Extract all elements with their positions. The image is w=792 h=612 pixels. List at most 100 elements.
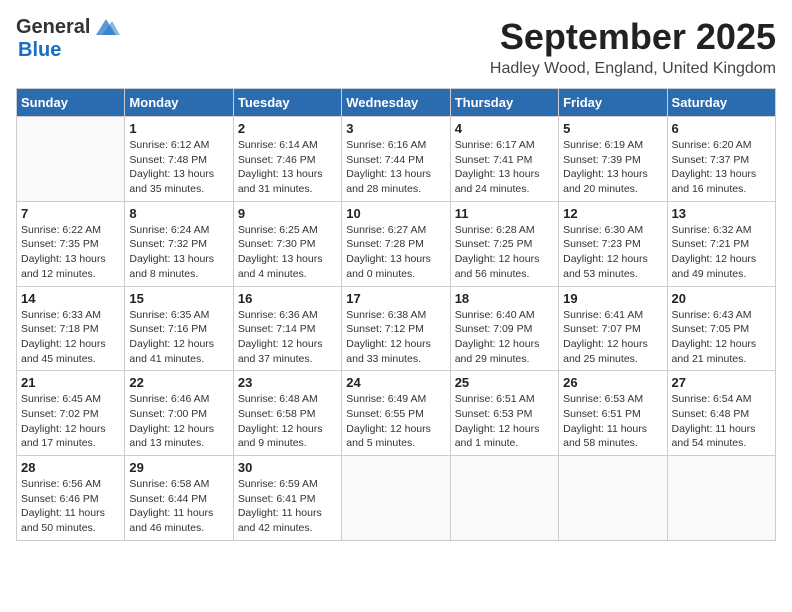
weekday-header-row: SundayMondayTuesdayWednesdayThursdayFrid…	[17, 89, 776, 117]
logo-blue-text: Blue	[18, 39, 61, 62]
day-info: Sunrise: 6:32 AMSunset: 7:21 PMDaylight:…	[672, 223, 771, 282]
calendar-cell: 4 Sunrise: 6:17 AMSunset: 7:41 PMDaylight…	[450, 117, 558, 202]
day-number: 25	[455, 375, 554, 390]
calendar-cell: 24 Sunrise: 6:49 AMSunset: 6:55 PMDayligh…	[342, 371, 450, 456]
day-number: 5	[563, 121, 662, 136]
day-number: 17	[346, 291, 445, 306]
calendar-cell: 15Sunrise: 6:35 AMSunset: 7:16 PMDayligh…	[125, 286, 233, 371]
calendar-cell: 10 Sunrise: 6:27 AMSunset: 7:28 PMDayligh…	[342, 201, 450, 286]
day-number: 9	[238, 206, 337, 221]
calendar-cell	[342, 456, 450, 541]
day-number: 3	[346, 121, 445, 136]
calendar-cell: 1Sunrise: 6:12 AMSunset: 7:48 PMDaylight…	[125, 117, 233, 202]
day-info: Sunrise: 6:58 AMSunset: 6:44 PMDaylight:…	[129, 477, 228, 536]
day-number: 8	[129, 206, 228, 221]
day-number: 27	[672, 375, 771, 390]
day-number: 4	[455, 121, 554, 136]
calendar-cell: 25 Sunrise: 6:51 AMSunset: 6:53 PMDayligh…	[450, 371, 558, 456]
calendar-cell: 7 Sunrise: 6:22 AMSunset: 7:35 PMDaylight…	[17, 201, 125, 286]
day-number: 12	[563, 206, 662, 221]
calendar-cell: 2 Sunrise: 6:14 AMSunset: 7:46 PMDaylight…	[233, 117, 341, 202]
day-info: Sunrise: 6:48 AMSunset: 6:58 PMDaylight:…	[238, 392, 337, 451]
calendar-cell: 28 Sunrise: 6:56 AMSunset: 6:46 PMDayligh…	[17, 456, 125, 541]
day-number: 7	[21, 206, 120, 221]
day-number: 28	[21, 460, 120, 475]
day-number: 6	[672, 121, 771, 136]
day-number: 24	[346, 375, 445, 390]
calendar-cell: 26Sunrise: 6:53 AMSunset: 6:51 PMDayligh…	[559, 371, 667, 456]
day-number: 21	[21, 375, 120, 390]
day-number: 20	[672, 291, 771, 306]
day-number: 14	[21, 291, 120, 306]
day-info: Sunrise: 6:56 AMSunset: 6:46 PMDaylight:…	[21, 477, 120, 536]
calendar-cell: 14 Sunrise: 6:33 AMSunset: 7:18 PMDayligh…	[17, 286, 125, 371]
day-info: Sunrise: 6:41 AMSunset: 7:07 PMDaylight:…	[563, 308, 662, 367]
calendar-cell: 29 Sunrise: 6:58 AMSunset: 6:44 PMDayligh…	[125, 456, 233, 541]
location: Hadley Wood, England, United Kingdom	[490, 60, 776, 78]
calendar-cell: 9Sunrise: 6:25 AMSunset: 7:30 PMDaylight…	[233, 201, 341, 286]
calendar-cell: 8Sunrise: 6:24 AMSunset: 7:32 PMDaylight…	[125, 201, 233, 286]
day-number: 11	[455, 206, 554, 221]
day-info: Sunrise: 6:45 AMSunset: 7:02 PMDaylight:…	[21, 392, 120, 451]
weekday-header-wednesday: Wednesday	[342, 89, 450, 117]
day-info: Sunrise: 6:40 AMSunset: 7:09 PMDaylight:…	[455, 308, 554, 367]
day-number: 29	[129, 460, 228, 475]
day-info: Sunrise: 6:17 AMSunset: 7:41 PMDaylight:…	[455, 138, 554, 197]
day-info: Sunrise: 6:53 AMSunset: 6:51 PMDaylight:…	[563, 392, 662, 451]
logo: General Blue	[16, 16, 120, 62]
week-row-3: 21 Sunrise: 6:45 AMSunset: 7:02 PMDayligh…	[17, 371, 776, 456]
day-info: Sunrise: 6:59 AMSunset: 6:41 PMDaylight:…	[238, 477, 337, 536]
calendar-cell: 16 Sunrise: 6:36 AMSunset: 7:14 PMDayligh…	[233, 286, 341, 371]
day-info: Sunrise: 6:20 AMSunset: 7:37 PMDaylight:…	[672, 138, 771, 197]
calendar-cell: 22 Sunrise: 6:46 AMSunset: 7:00 PMDayligh…	[125, 371, 233, 456]
day-info: Sunrise: 6:43 AMSunset: 7:05 PMDaylight:…	[672, 308, 771, 367]
weekday-header-saturday: Saturday	[667, 89, 775, 117]
day-info: Sunrise: 6:54 AMSunset: 6:48 PMDaylight:…	[672, 392, 771, 451]
day-number: 19	[563, 291, 662, 306]
calendar-cell: 27 Sunrise: 6:54 AMSunset: 6:48 PMDayligh…	[667, 371, 775, 456]
day-info: Sunrise: 6:30 AMSunset: 7:23 PMDaylight:…	[563, 223, 662, 282]
day-number: 15	[129, 291, 228, 306]
calendar-header: SundayMondayTuesdayWednesdayThursdayFrid…	[17, 89, 776, 117]
day-info: Sunrise: 6:51 AMSunset: 6:53 PMDaylight:…	[455, 392, 554, 451]
logo-general-text: General	[16, 16, 90, 39]
calendar-table: SundayMondayTuesdayWednesdayThursdayFrid…	[16, 88, 776, 541]
day-info: Sunrise: 6:22 AMSunset: 7:35 PMDaylight:…	[21, 223, 120, 282]
weekday-header-friday: Friday	[559, 89, 667, 117]
calendar-cell: 23Sunrise: 6:48 AMSunset: 6:58 PMDayligh…	[233, 371, 341, 456]
day-number: 2	[238, 121, 337, 136]
day-number: 1	[129, 121, 228, 136]
calendar-cell: 13Sunrise: 6:32 AMSunset: 7:21 PMDayligh…	[667, 201, 775, 286]
calendar-body: 1Sunrise: 6:12 AMSunset: 7:48 PMDaylight…	[17, 117, 776, 541]
month-title: September 2025	[490, 16, 776, 58]
calendar-cell: 11 Sunrise: 6:28 AMSunset: 7:25 PMDayligh…	[450, 201, 558, 286]
day-info: Sunrise: 6:49 AMSunset: 6:55 PMDaylight:…	[346, 392, 445, 451]
calendar-cell	[667, 456, 775, 541]
title-section: September 2025 Hadley Wood, England, Uni…	[490, 16, 776, 78]
calendar-cell: 17Sunrise: 6:38 AMSunset: 7:12 PMDayligh…	[342, 286, 450, 371]
day-info: Sunrise: 6:46 AMSunset: 7:00 PMDaylight:…	[129, 392, 228, 451]
calendar-cell: 6 Sunrise: 6:20 AMSunset: 7:37 PMDaylight…	[667, 117, 775, 202]
calendar-cell: 5 Sunrise: 6:19 AMSunset: 7:39 PMDaylight…	[559, 117, 667, 202]
day-info: Sunrise: 6:27 AMSunset: 7:28 PMDaylight:…	[346, 223, 445, 282]
day-info: Sunrise: 6:28 AMSunset: 7:25 PMDaylight:…	[455, 223, 554, 282]
day-info: Sunrise: 6:19 AMSunset: 7:39 PMDaylight:…	[563, 138, 662, 197]
day-info: Sunrise: 6:14 AMSunset: 7:46 PMDaylight:…	[238, 138, 337, 197]
weekday-header-monday: Monday	[125, 89, 233, 117]
calendar-cell: 30 Sunrise: 6:59 AMSunset: 6:41 PMDayligh…	[233, 456, 341, 541]
day-info: Sunrise: 6:33 AMSunset: 7:18 PMDaylight:…	[21, 308, 120, 367]
calendar-cell	[450, 456, 558, 541]
day-number: 16	[238, 291, 337, 306]
calendar-cell: 21 Sunrise: 6:45 AMSunset: 7:02 PMDayligh…	[17, 371, 125, 456]
day-info: Sunrise: 6:36 AMSunset: 7:14 PMDaylight:…	[238, 308, 337, 367]
page-header: General Blue September 2025 Hadley Wood,…	[16, 16, 776, 78]
day-number: 30	[238, 460, 337, 475]
day-number: 10	[346, 206, 445, 221]
week-row-1: 7 Sunrise: 6:22 AMSunset: 7:35 PMDaylight…	[17, 201, 776, 286]
week-row-4: 28 Sunrise: 6:56 AMSunset: 6:46 PMDayligh…	[17, 456, 776, 541]
calendar-cell	[17, 117, 125, 202]
calendar-cell: 18Sunrise: 6:40 AMSunset: 7:09 PMDayligh…	[450, 286, 558, 371]
weekday-header-thursday: Thursday	[450, 89, 558, 117]
day-number: 22	[129, 375, 228, 390]
calendar-cell	[559, 456, 667, 541]
